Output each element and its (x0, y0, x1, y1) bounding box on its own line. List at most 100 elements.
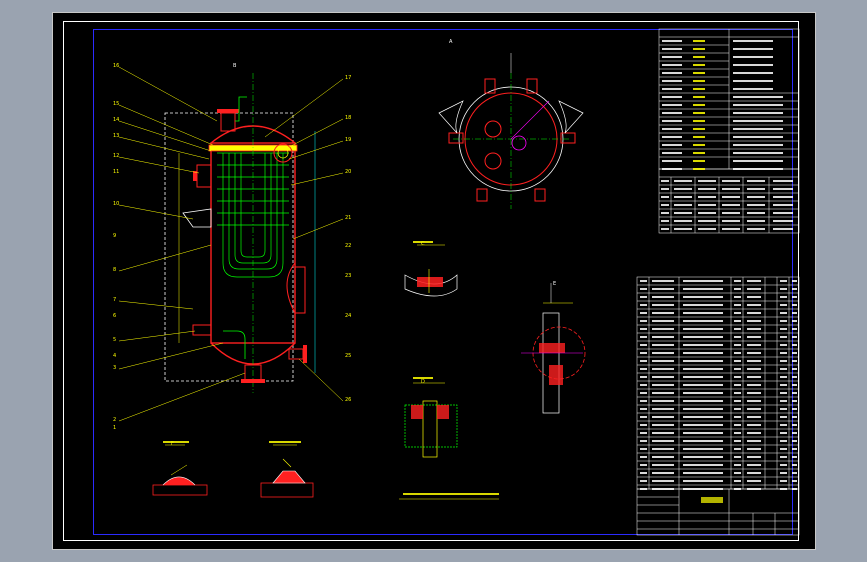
balloon-label-1: 1 (113, 425, 117, 431)
text-mark (652, 360, 674, 362)
text-mark (693, 72, 705, 74)
text-mark (693, 80, 705, 82)
text-mark (733, 160, 783, 162)
cad-viewport[interactable]: 16 15 14 13 12 11 10 9 8 7 6 5 4 3 2 1 17 18 19 20 21 22 23 24… (52, 12, 816, 550)
text-mark (662, 96, 682, 98)
text-mark (683, 392, 723, 394)
text-mark (662, 72, 682, 74)
text-mark (674, 180, 692, 182)
text-mark (734, 288, 741, 290)
text-mark (693, 120, 705, 122)
text-mark (683, 296, 723, 298)
balloon-label-24: 24 (345, 313, 352, 319)
text-mark (734, 400, 741, 402)
text-mark (683, 288, 723, 290)
text-mark (734, 368, 741, 370)
text-mark (734, 336, 741, 338)
text-mark (780, 400, 787, 402)
text-mark (722, 196, 740, 198)
text-mark (683, 424, 723, 426)
text-mark (640, 408, 647, 410)
text-mark (683, 400, 723, 402)
text-mark (403, 493, 499, 495)
balloon-label-18: 18 (345, 115, 352, 121)
text-mark (652, 432, 674, 434)
text-mark (652, 384, 674, 386)
weld-detail-icon (521, 283, 586, 414)
text-mark (269, 441, 301, 443)
text-mark (698, 204, 716, 206)
text-mark (683, 304, 723, 306)
text-mark (652, 344, 674, 346)
text-mark (693, 48, 705, 50)
text-mark (693, 112, 705, 114)
nozzle-table (658, 168, 800, 234)
text-mark (747, 328, 761, 330)
balloon-label-4: 4 (113, 353, 117, 359)
view-label-nozzle: D (421, 379, 425, 385)
text-mark (780, 288, 787, 290)
text-mark (734, 328, 741, 330)
text-mark (693, 88, 705, 90)
text-mark (683, 320, 723, 322)
text-mark (792, 480, 797, 482)
text-mark (780, 368, 787, 370)
text-mark (640, 376, 647, 378)
balloon-label-23: 23 (345, 273, 352, 279)
text-mark (780, 488, 787, 490)
text-mark (674, 188, 692, 190)
text-mark (733, 56, 773, 58)
text-mark (747, 408, 761, 410)
text-mark (698, 196, 716, 198)
text-mark (747, 336, 761, 338)
balloon-label-2: 2 (113, 417, 117, 423)
text-mark (640, 448, 647, 450)
text-mark (683, 368, 723, 370)
text-mark (747, 304, 761, 306)
text-mark (734, 424, 741, 426)
view-label-detail: F (171, 441, 174, 447)
text-mark (661, 228, 669, 230)
text-mark (662, 168, 682, 170)
text-mark (733, 104, 783, 106)
text-mark (693, 104, 705, 106)
text-mark (773, 180, 793, 182)
text-mark (733, 72, 773, 74)
text-mark (780, 448, 787, 450)
text-mark (662, 56, 682, 58)
text-mark (652, 368, 674, 370)
text-mark (747, 448, 761, 450)
text-mark (747, 368, 761, 370)
text-mark (693, 40, 705, 42)
text-mark (734, 320, 741, 322)
text-mark (662, 120, 682, 122)
text-mark (662, 40, 682, 42)
text-mark (683, 432, 723, 434)
balloon-label-19: 19 (345, 137, 352, 143)
text-mark (722, 188, 740, 190)
text-mark (652, 440, 674, 442)
text-mark (792, 328, 797, 330)
text-mark (792, 312, 797, 314)
text-mark (652, 296, 674, 298)
text-mark (652, 328, 674, 330)
text-mark (733, 80, 773, 82)
text-mark (640, 472, 647, 474)
text-mark (640, 328, 647, 330)
balloon-label-7: 7 (113, 297, 117, 303)
text-mark (652, 400, 674, 402)
balloon-label-25: 25 (345, 353, 352, 359)
text-mark (747, 312, 761, 314)
text-mark (640, 432, 647, 434)
text-mark (733, 168, 783, 170)
text-mark (747, 480, 761, 482)
text-mark (780, 360, 787, 362)
text-mark (662, 160, 682, 162)
vessel-icon (164, 73, 316, 393)
text-mark (652, 376, 674, 378)
text-mark (683, 328, 723, 330)
text-mark (792, 448, 797, 450)
text-mark (780, 464, 787, 466)
text-mark (792, 320, 797, 322)
text-mark (693, 64, 705, 66)
